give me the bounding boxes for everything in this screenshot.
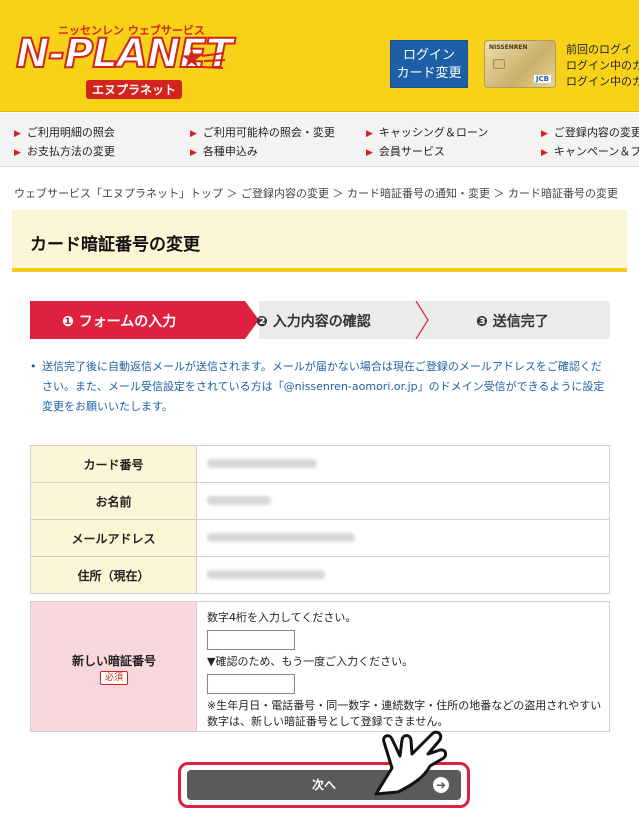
next-button-label: 次へ (311, 778, 336, 792)
login-info-line: 前回のログイ (566, 43, 632, 56)
arrow-right-icon: ▶ (366, 148, 373, 158)
nav-item-statement[interactable]: ▶ ご利用明細の照会 (14, 124, 115, 140)
name-value (196, 482, 610, 520)
nav-label: お支払方法の変更 (26, 145, 115, 158)
row-label: お名前 (30, 482, 197, 520)
new-pin-form: 新しい暗証番号 必須 数字4桁を入力してください。 ▼確認のため、もう一度ご入力… (30, 601, 610, 732)
jcb-logo: JCB (533, 75, 551, 83)
table-row: メールアドレス (30, 519, 610, 557)
nav-label: ご利用可能枠の照会・変更 (202, 126, 335, 139)
logo-kana: エヌプラネット (86, 80, 183, 99)
arrow-right-icon: ▶ (541, 148, 548, 158)
nav-label: キャンペーン＆プ (553, 145, 639, 158)
new-pin-input[interactable] (207, 630, 295, 650)
arrow-right-icon: ▶ (14, 148, 21, 158)
new-pin-confirm-input[interactable] (207, 674, 295, 694)
nav-label: ご利用明細の照会 (26, 126, 115, 139)
redacted-text (207, 459, 317, 468)
arrow-right-icon: ▶ (190, 129, 197, 139)
credit-card-image: NISSENREN JCB (484, 40, 556, 88)
page-title: カード暗証番号の変更 (30, 235, 200, 255)
speed-lines-icon (201, 52, 226, 69)
nav-label: 各種申込み (202, 145, 258, 158)
pin-instruction: 数字4桁を入力してください。 (207, 611, 357, 624)
arrow-right-icon: ▶ (190, 148, 197, 158)
card-brand: NISSENREN (489, 44, 528, 51)
nav-item-limit[interactable]: ▶ ご利用可能枠の照会・変更 (190, 124, 335, 140)
nav-item-applications[interactable]: ▶ 各種申込み (190, 143, 258, 159)
login-info-line: ログイン中のカ (566, 59, 639, 72)
page-title-box: カード暗証番号の変更 (12, 210, 627, 272)
progress-steps: ❶ フォームの入力 ❷ 入力内容の確認 ❸ 送信完了 (30, 301, 610, 339)
pin-confirm-instruction: ▼確認のため、もう一度ご入力ください。 (207, 655, 414, 668)
arrow-right-icon: ▶ (541, 129, 548, 139)
nav-item-campaign[interactable]: ▶ キャンペーン＆プ (541, 143, 639, 159)
login-info: 前回のログイ ログイン中のカ ログイン中のカ (566, 42, 639, 90)
required-badge: 必須 (100, 671, 128, 685)
bullet-icon: • (30, 360, 37, 373)
arrow-right-icon: ▶ (14, 129, 21, 139)
nav-item-registration[interactable]: ▶ ご登録内容の変更 (541, 124, 639, 140)
nav-label: ご登録内容の変更 (553, 126, 639, 139)
main-nav: ▶ ご利用明細の照会 ▶ ご利用可能枠の照会・変更 ▶ キャッシング＆ローン ▶ ご登録… (0, 113, 639, 167)
pointing-hand-icon (374, 730, 448, 796)
new-pin-label-cell: 新しい暗証番号 必須 (31, 602, 197, 731)
nav-label: 会員サービス (378, 145, 445, 158)
login-button-line2: カード変更 (396, 66, 462, 81)
step-form-input-active: ❶ フォームの入力 (30, 301, 245, 339)
login-button-line1: ログイン (402, 48, 455, 63)
new-pin-label: 新しい暗証番号 (71, 654, 156, 668)
notice-body: 送信完了後に自動返信メールが送信されます。メールが届かない場合は現在ご登録のメー… (42, 360, 605, 413)
chevron-right-icon (415, 301, 429, 339)
address-value (196, 556, 610, 594)
step-complete: ❸ 送信完了 (476, 314, 549, 330)
arrow-right-icon: ▶ (366, 129, 373, 139)
card-number-value (196, 445, 610, 483)
new-pin-fields: 数字4桁を入力してください。 ▼確認のため、もう一度ご入力ください。 ※生年月日… (207, 610, 603, 730)
row-label: カード番号 (30, 445, 197, 483)
redacted-text (207, 496, 271, 505)
step-confirm: ❷ 入力内容の確認 (256, 314, 371, 330)
nav-item-cashing[interactable]: ▶ キャッシング＆ローン (366, 124, 488, 140)
breadcrumb[interactable]: ウェブサービス「エヌプラネット」トップ ＞ ご登録内容の変更 ＞ カード暗証番号… (14, 185, 618, 201)
table-row: カード番号 (30, 445, 610, 483)
step1-label: ❶ フォームの入力 (62, 314, 177, 330)
redacted-text (207, 533, 355, 542)
table-row: 住所（現在） (30, 556, 610, 594)
card-chip-icon (493, 59, 505, 69)
nav-item-member-services[interactable]: ▶ 会員サービス (366, 143, 445, 159)
login-card-change-button[interactable]: ログイン カード変更 (390, 40, 468, 88)
nav-item-payment[interactable]: ▶ お支払方法の変更 (14, 143, 115, 159)
notice-text: • 送信完了後に自動返信メールが送信されます。メールが届かない場合は現在ご登録の… (30, 357, 610, 417)
redacted-text (207, 570, 325, 579)
row-label: 住所（現在） (30, 556, 197, 594)
email-value (196, 519, 610, 557)
site-header: ニッセンレン ウェブサービス N-PLANET ★ エヌプラネット ログイン カ… (0, 0, 639, 112)
login-info-line: ログイン中のカ (566, 75, 639, 88)
table-row: お名前 (30, 482, 610, 520)
row-label: メールアドレス (30, 519, 197, 557)
registered-info-table: カード番号 お名前 メールアドレス 住所（現在） (30, 445, 610, 594)
nav-label: キャッシング＆ローン (378, 126, 489, 139)
